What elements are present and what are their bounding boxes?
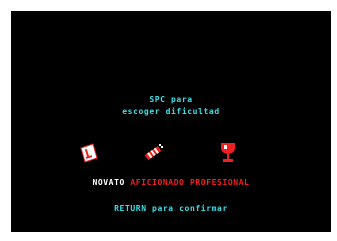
difficulty-option-profesional[interactable]: PROFESIONAL <box>190 178 250 187</box>
difficulty-option-aficionado[interactable]: AFICIONADO <box>130 178 184 187</box>
difficulty-option-novato[interactable]: NOVATO <box>92 178 125 187</box>
instruction-line-1: SPC para <box>149 95 193 104</box>
l-plate-icon[interactable] <box>79 142 99 164</box>
game-screen: SPC para escoger dificultad NOVATO AFICI… <box>11 11 331 232</box>
confirm-instruction: RETURN para confirmar <box>114 204 228 213</box>
firecracker-icon[interactable] <box>142 143 164 163</box>
difficulty-options: NOVATO AFICIONADO PROFESIONAL <box>11 178 331 187</box>
trophy-icon[interactable] <box>220 142 236 164</box>
instruction-line-2: escoger dificultad <box>122 107 220 116</box>
